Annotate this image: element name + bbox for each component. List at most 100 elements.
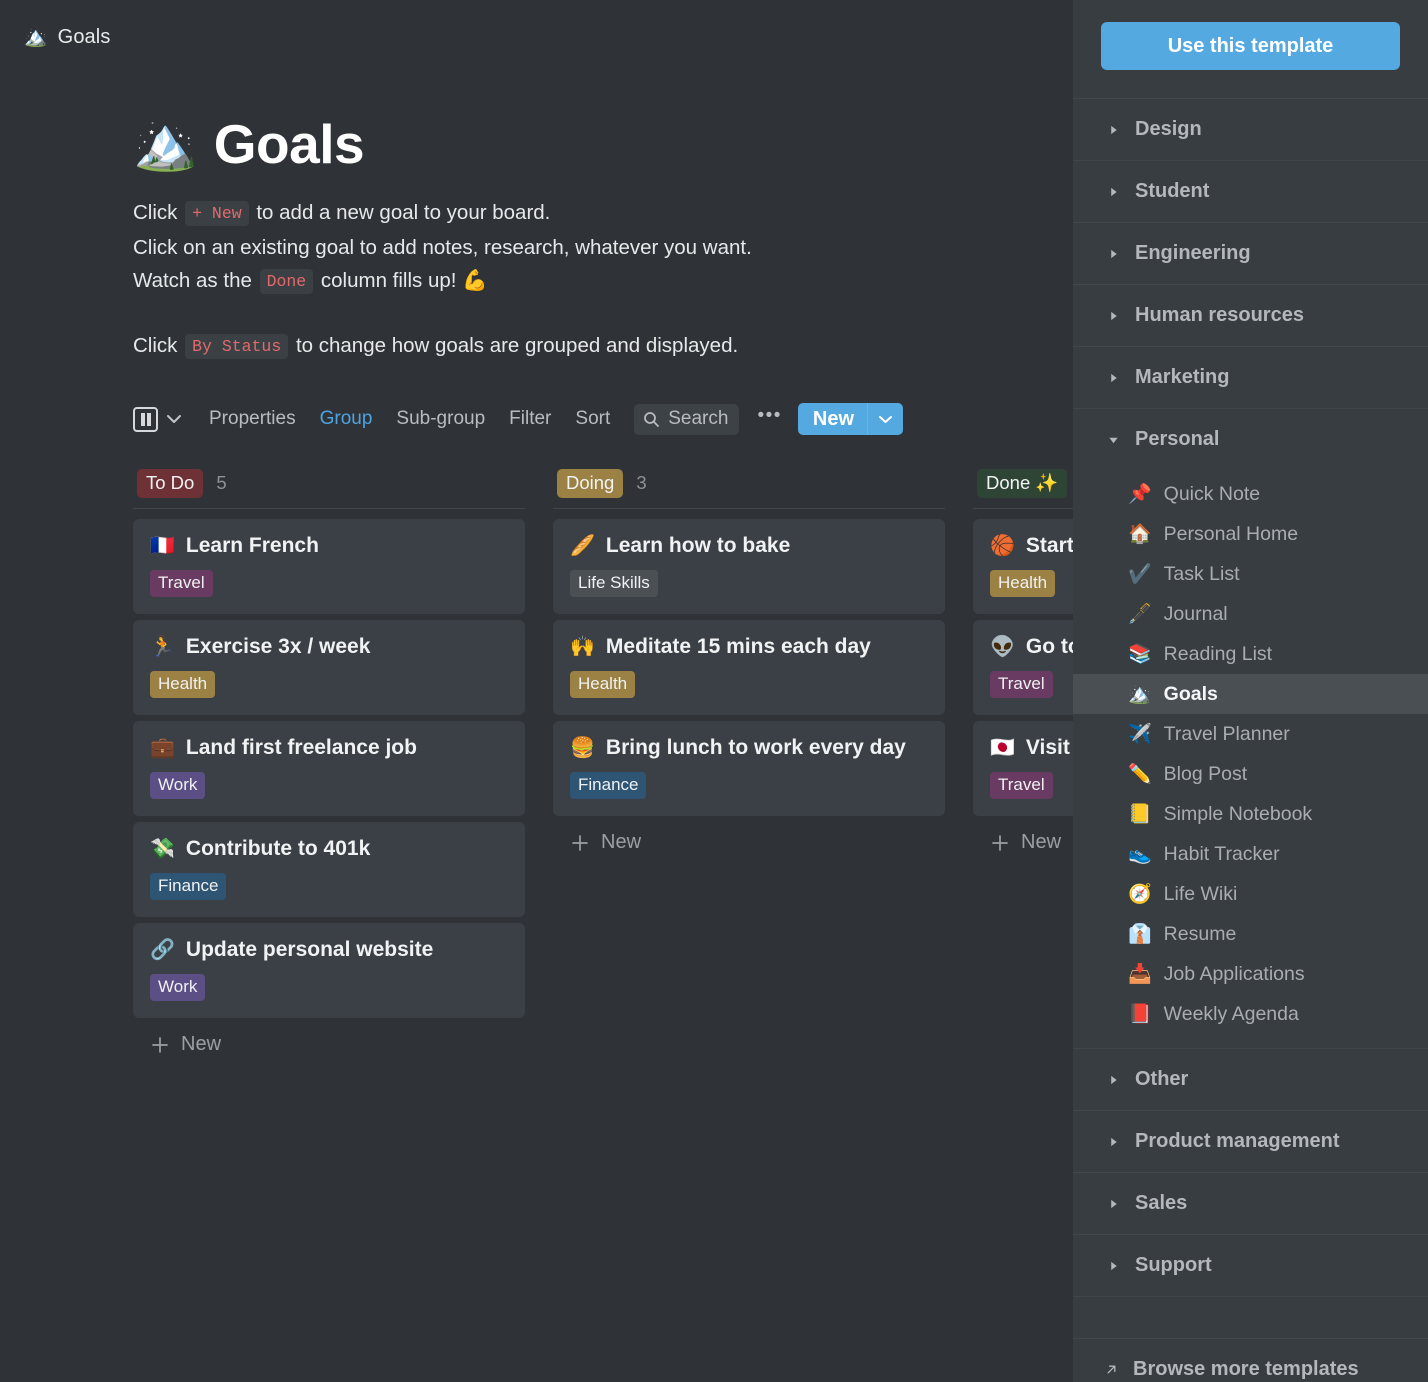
new-chevron-down-icon[interactable] <box>867 403 904 435</box>
board-card[interactable]: 🔗 Update personal website Work <box>133 923 525 1018</box>
sidebar-template-items: 📌 Quick Note 🏠 Personal Home ✔️ Task List 🖋️ Jo… <box>1073 470 1428 1048</box>
board-card[interactable]: 👽 Go to Travel <box>973 620 1073 715</box>
card-title: 🇫🇷 Learn French <box>150 534 508 558</box>
board-view-icon[interactable] <box>133 406 158 432</box>
card-title: 👽 Go to <box>990 635 1073 659</box>
page-icon-mountain[interactable]: 🏔️ <box>133 118 198 170</box>
board-card[interactable]: 🇯🇵 Visit Travel <box>973 721 1073 816</box>
column-status-badge[interactable]: Doing <box>557 468 624 498</box>
app-root: 🏔️ Goals 🏔️ Goals Click + New to add a n… <box>0 0 1428 1382</box>
card-tag-row: Health <box>990 570 1073 597</box>
sidebar-item-resume[interactable]: 👔 Resume <box>1073 914 1428 954</box>
search-input[interactable]: Search <box>634 403 740 435</box>
more-options-icon[interactable]: ••• <box>757 406 781 428</box>
sidebar-category-other[interactable]: Other <box>1073 1048 1428 1110</box>
desc-3-suffix: column fills up! 💪 <box>320 269 488 292</box>
card-emoji-icon: 🥖 <box>570 535 595 557</box>
card-tag-row: Work <box>150 772 508 799</box>
desc-1-suffix: to add a new goal to your board. <box>256 201 551 224</box>
sidebar-item-job-applications[interactable]: 📥 Job Applications <box>1073 954 1428 994</box>
toolbar-subgroup[interactable]: Sub-group <box>396 408 485 430</box>
toolbar-properties[interactable]: Properties <box>209 408 296 430</box>
view-chevron-down-icon[interactable] <box>163 414 185 424</box>
add-new-card-button[interactable]: New <box>553 831 945 854</box>
board-card[interactable]: 💸 Contribute to 401k Finance <box>133 822 525 917</box>
breadcrumb-title[interactable]: Goals <box>58 26 111 49</box>
sidebar-category-product-management[interactable]: Product management <box>1073 1110 1428 1172</box>
sidebar-item-emoji-icon: 👟 <box>1128 843 1152 865</box>
template-sidebar: Use this template Design Student Engineeri… <box>1073 0 1428 1382</box>
add-new-card-button[interactable]: New <box>133 1033 525 1056</box>
sidebar-item-weekly-agenda[interactable]: 📕 Weekly Agenda <box>1073 994 1428 1034</box>
desc-line-1: Click + New to add a new goal to your bo… <box>133 196 1073 231</box>
board-card[interactable]: 🥖 Learn how to bake Life Skills <box>553 519 945 614</box>
sidebar-category-human-resources[interactable]: Human resources <box>1073 284 1428 346</box>
sidebar-item-task-list[interactable]: ✔️ Task List <box>1073 554 1428 594</box>
board-card[interactable]: 🇫🇷 Learn French Travel <box>133 519 525 614</box>
toolbar-sort[interactable]: Sort <box>575 408 610 430</box>
sidebar-category-design[interactable]: Design <box>1073 98 1428 160</box>
sidebar-category-label: Product management <box>1135 1130 1340 1152</box>
sidebar-item-emoji-icon: 🧭 <box>1128 883 1152 905</box>
card-emoji-icon: 🙌 <box>570 636 595 658</box>
triangle-down-icon <box>1108 434 1119 446</box>
card-title-text: Start <box>1025 534 1073 557</box>
card-tag-row: Travel <box>990 772 1073 799</box>
toolbar-filter[interactable]: Filter <box>509 408 551 430</box>
sidebar-item-simple-notebook[interactable]: 📒 Simple Notebook <box>1073 794 1428 834</box>
sidebar-category-label: Engineering <box>1135 242 1251 264</box>
page-title: 🏔️ Goals <box>0 112 1073 176</box>
card-title: 🏀 Start <box>990 534 1073 558</box>
card-title: 🙌 Meditate 15 mins each day <box>570 635 928 659</box>
sidebar-item-personal-home[interactable]: 🏠 Personal Home <box>1073 514 1428 554</box>
inline-code-done: Done <box>259 269 314 294</box>
sidebar-divider <box>1073 1296 1428 1338</box>
sidebar-item-label: Travel Planner <box>1163 722 1290 745</box>
sidebar-item-travel-planner[interactable]: ✈️ Travel Planner <box>1073 714 1428 754</box>
page-title-text[interactable]: Goals <box>214 112 365 176</box>
sidebar-item-habit-tracker[interactable]: 👟 Habit Tracker <box>1073 834 1428 874</box>
sidebar-category-support[interactable]: Support <box>1073 1234 1428 1296</box>
sidebar-item-goals[interactable]: 🏔️ Goals <box>1073 674 1428 714</box>
sidebar-item-emoji-icon: ✈️ <box>1128 723 1152 745</box>
sidebar-item-blog-post[interactable]: ✏️ Blog Post <box>1073 754 1428 794</box>
board-card[interactable]: 🏃 Exercise 3x / week Health <box>133 620 525 715</box>
sidebar-category-student[interactable]: Student <box>1073 160 1428 222</box>
sidebar-item-reading-list[interactable]: 📚 Reading List <box>1073 634 1428 674</box>
card-title: 🏃 Exercise 3x / week <box>150 635 508 659</box>
card-tag-row: Work <box>150 974 508 1001</box>
sidebar-item-label: Job Applications <box>1163 962 1305 985</box>
board-card[interactable]: 💼 Land first freelance job Work <box>133 721 525 816</box>
search-icon <box>644 411 660 427</box>
column-header: Done ✨ <box>973 467 1073 499</box>
column-status-badge[interactable]: To Do <box>137 468 204 498</box>
main-content: 🏔️ Goals 🏔️ Goals Click + New to add a n… <box>0 0 1073 1382</box>
board-card[interactable]: 🙌 Meditate 15 mins each day Health <box>553 620 945 715</box>
sidebar-category-marketing[interactable]: Marketing <box>1073 346 1428 408</box>
toolbar-group[interactable]: Group <box>320 408 373 430</box>
card-tag: Travel <box>990 772 1053 799</box>
board-card[interactable]: 🏀 Start Health <box>973 519 1073 614</box>
card-tag-row: Finance <box>150 873 508 900</box>
column-count: 3 <box>636 472 647 493</box>
desc-line-3: Watch as the Done column fills up! 💪 <box>133 264 1073 299</box>
sidebar-item-emoji-icon: 📥 <box>1128 963 1152 985</box>
sidebar-item-quick-note[interactable]: 📌 Quick Note <box>1073 474 1428 514</box>
card-title-text: Exercise 3x / week <box>185 635 371 658</box>
new-button[interactable]: New <box>797 403 868 435</box>
board-card[interactable]: 🍔 Bring lunch to work every day Finance <box>553 721 945 816</box>
triangle-right-icon <box>1108 248 1119 260</box>
browse-more-templates[interactable]: Browse more templates <box>1073 1338 1428 1382</box>
add-new-card-button[interactable]: New <box>973 831 1073 854</box>
card-tag: Work <box>150 772 206 799</box>
sidebar-category-personal[interactable]: Personal <box>1073 408 1428 470</box>
sidebar-category-engineering[interactable]: Engineering <box>1073 222 1428 284</box>
inline-code-by-status: By Status <box>185 333 289 359</box>
column-status-badge[interactable]: Done ✨ <box>977 468 1068 498</box>
sidebar-item-life-wiki[interactable]: 🧭 Life Wiki <box>1073 874 1428 914</box>
triangle-right-icon <box>1108 124 1119 136</box>
use-this-template-button[interactable]: Use this template <box>1101 22 1400 70</box>
sidebar-item-journal[interactable]: 🖋️ Journal <box>1073 594 1428 634</box>
sidebar-item-label: Task List <box>1163 562 1240 585</box>
sidebar-category-sales[interactable]: Sales <box>1073 1172 1428 1234</box>
